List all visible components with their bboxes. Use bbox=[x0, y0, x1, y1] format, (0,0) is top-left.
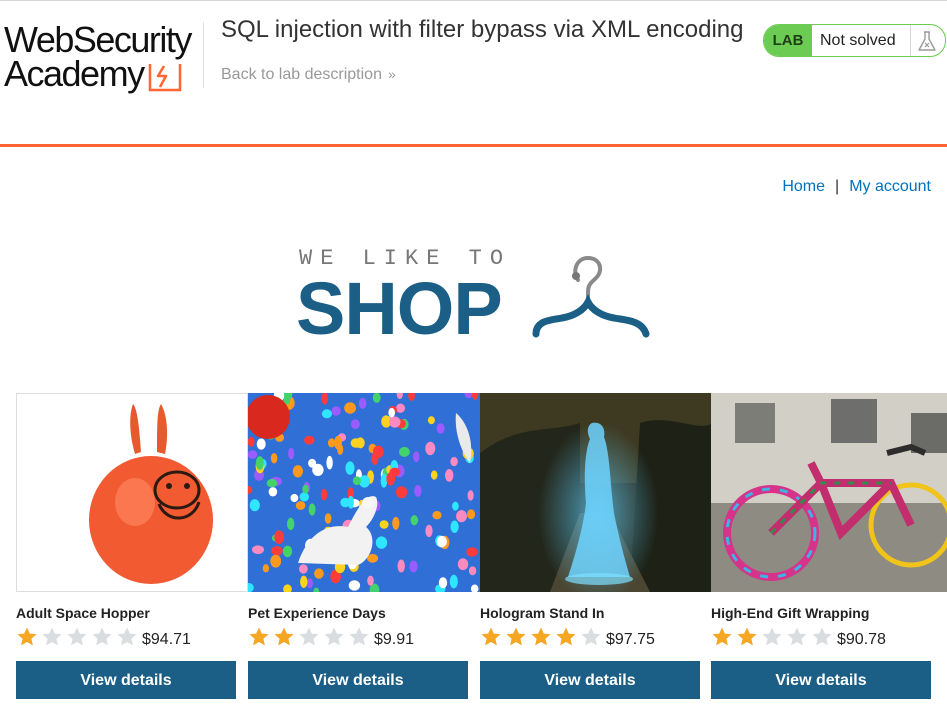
banner-shop-word: SHOP bbox=[296, 267, 503, 350]
logo-text-line2: Academy bbox=[4, 53, 145, 94]
product-image-hologram bbox=[480, 393, 712, 592]
back-link-label: Back to lab description bbox=[221, 66, 382, 83]
product-price: $9.91 bbox=[374, 631, 415, 648]
back-to-lab-description-link[interactable]: Back to lab description » bbox=[221, 66, 396, 84]
star-empty-icon bbox=[324, 627, 344, 646]
star-filled-icon bbox=[274, 627, 294, 646]
product-name: High-End Gift Wrapping bbox=[711, 605, 870, 621]
view-details-button[interactable]: View details bbox=[248, 661, 468, 699]
star-filled-icon bbox=[506, 627, 526, 646]
star-empty-icon bbox=[299, 627, 319, 646]
knitted-bicycle-picture bbox=[711, 393, 947, 592]
view-details-button[interactable]: View details bbox=[711, 661, 931, 699]
product-image-gift-wrapping bbox=[711, 393, 947, 592]
star-filled-icon bbox=[481, 627, 501, 646]
product-price: $90.78 bbox=[837, 631, 886, 648]
star-empty-icon bbox=[581, 627, 601, 646]
dog-balloons-picture bbox=[248, 393, 480, 592]
star-empty-icon bbox=[349, 627, 369, 646]
star-filled-icon bbox=[249, 627, 269, 646]
top-navigation: Home | My account bbox=[782, 178, 931, 196]
star-empty-icon bbox=[92, 627, 112, 646]
product-grid: Adult Space Hopper $94.71 View details P… bbox=[16, 393, 947, 705]
lab-title: SQL injection with filter bypass via XML… bbox=[221, 16, 744, 43]
space-hopper-picture bbox=[17, 394, 247, 591]
star-empty-icon bbox=[787, 627, 807, 646]
nav-separator: | bbox=[835, 178, 840, 195]
header-orange-rule bbox=[0, 144, 947, 147]
logo-bolt-icon bbox=[148, 64, 182, 92]
nav-my-account-link[interactable]: My account bbox=[849, 178, 931, 195]
star-empty-icon bbox=[42, 627, 62, 646]
star-filled-icon bbox=[712, 627, 732, 646]
nav-home-link[interactable]: Home bbox=[782, 178, 825, 195]
flask-icon bbox=[918, 31, 936, 51]
hologram-picture bbox=[480, 393, 712, 592]
view-details-button[interactable]: View details bbox=[480, 661, 700, 699]
star-empty-icon bbox=[117, 627, 137, 646]
product-name: Hologram Stand In bbox=[480, 605, 605, 621]
product-card: Hologram Stand In $97.75 View details bbox=[480, 393, 712, 705]
lab-status-text: Not solved bbox=[820, 32, 896, 49]
view-details-button[interactable]: View details bbox=[16, 661, 236, 699]
star-filled-icon bbox=[531, 627, 551, 646]
lab-status-badge: LAB bbox=[764, 25, 812, 56]
lab-status-widget: LAB Not solved bbox=[763, 24, 946, 57]
clothes-hanger-icon bbox=[532, 255, 650, 338]
product-image-space-hopper bbox=[16, 393, 248, 592]
header-divider bbox=[203, 22, 204, 88]
shop-banner: WE LIKE TO SHOP bbox=[296, 244, 656, 350]
web-security-academy-logo[interactable]: WebSecurity Academy bbox=[3, 20, 203, 96]
header-top-border bbox=[0, 0, 947, 1]
lab-header: WebSecurity Academy SQL injection with f… bbox=[0, 0, 947, 146]
product-image-pet-experience bbox=[248, 393, 480, 592]
product-name: Adult Space Hopper bbox=[16, 605, 150, 621]
star-filled-icon bbox=[556, 627, 576, 646]
product-price: $94.71 bbox=[142, 631, 191, 648]
status-divider bbox=[910, 25, 911, 56]
product-card: High-End Gift Wrapping $90.78 View detai… bbox=[711, 393, 947, 705]
product-card: Adult Space Hopper $94.71 View details bbox=[16, 393, 248, 705]
product-name: Pet Experience Days bbox=[248, 605, 386, 621]
star-filled-icon bbox=[737, 627, 757, 646]
star-empty-icon bbox=[762, 627, 782, 646]
star-empty-icon bbox=[67, 627, 87, 646]
product-card: Pet Experience Days $9.91 View details bbox=[248, 393, 480, 705]
product-price: $97.75 bbox=[606, 631, 655, 648]
star-empty-icon bbox=[812, 627, 832, 646]
star-filled-icon bbox=[17, 627, 37, 646]
double-chevron-right-icon: » bbox=[387, 66, 396, 82]
